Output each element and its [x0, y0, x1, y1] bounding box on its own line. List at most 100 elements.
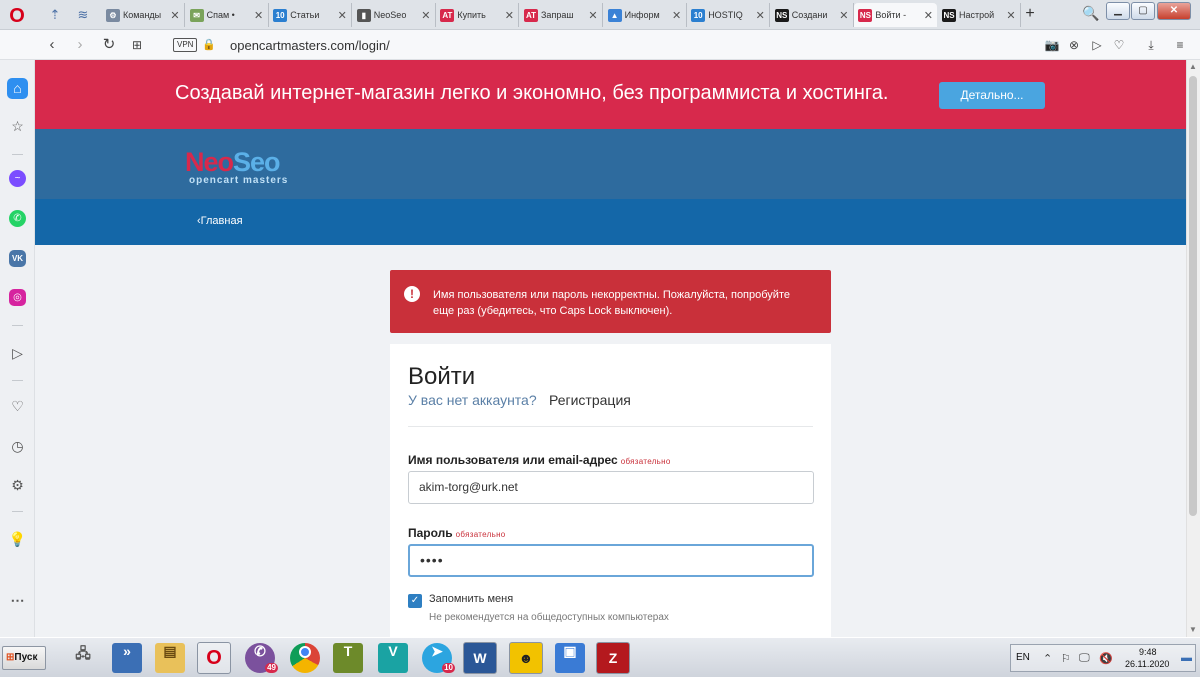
download-icon[interactable]: ⤓ [1143, 37, 1159, 53]
speed-dial-icon[interactable]: ⊞ [128, 36, 146, 54]
tab-snooze-icon[interactable]: ⇡ [46, 6, 64, 24]
clock-date[interactable]: 26.11.2020 [1125, 659, 1169, 669]
powershell-icon[interactable]: » [112, 643, 142, 673]
url-field[interactable]: opencartmasters.com/login/ [230, 38, 390, 53]
language-indicator[interactable]: EN [1016, 652, 1030, 663]
favorites-heart-icon[interactable]: ♡ [7, 396, 28, 417]
vpn-app-icon[interactable]: V [378, 643, 408, 673]
tips-bulb-icon[interactable]: 💡 [7, 529, 28, 550]
scroll-up-icon[interactable]: ▲ [1189, 62, 1197, 71]
minimize-button[interactable]: ▁ [1106, 2, 1130, 20]
tab-close-icon[interactable]: ✕ [671, 9, 683, 22]
register-link[interactable]: Регистрация [549, 392, 631, 408]
chrome-icon[interactable] [290, 643, 320, 673]
clock-time[interactable]: 9:48 [1139, 647, 1157, 657]
reload-icon[interactable]: ↻ [100, 36, 118, 54]
tor-icon[interactable]: T [333, 643, 363, 673]
tab-title: Команды [123, 10, 162, 20]
block-ads-icon[interactable]: ⊗ [1066, 37, 1082, 53]
scroll-down-icon[interactable]: ▼ [1189, 625, 1197, 634]
tab-close-icon[interactable]: ✕ [169, 9, 181, 22]
neoseo-logo[interactable]: NeoSeo [185, 148, 281, 176]
tab-close-icon[interactable]: ✕ [503, 9, 515, 22]
tray-expand-icon[interactable]: ⌃ [1043, 652, 1052, 665]
site-header: NeoSeo opencart masters [35, 129, 1186, 199]
tab-close-icon[interactable]: ✕ [754, 9, 766, 22]
bookmarks-star-icon[interactable]: ☆ [7, 116, 28, 137]
whatsapp-icon[interactable]: ✆ [9, 210, 26, 227]
tab-close-icon[interactable]: ✕ [336, 9, 348, 22]
breadcrumb-bar: ‹Главная [35, 199, 1186, 245]
tab-9[interactable]: NS Создани ✕ [771, 3, 854, 27]
tab-title: Войти - [875, 10, 907, 20]
action-center-flag-icon[interactable]: ⚐ [1061, 652, 1071, 665]
vpn-badge[interactable]: VPN [173, 38, 198, 52]
flow-send-icon[interactable]: ▷ [7, 343, 28, 364]
instagram-icon[interactable]: ◎ [9, 289, 26, 306]
telegram-icon[interactable]: ➤ 10 [422, 643, 455, 673]
easy-setup-icon[interactable]: ≡ [1172, 37, 1188, 53]
home-icon[interactable]: ⌂ [7, 78, 28, 99]
tab-close-icon[interactable]: ✕ [1005, 9, 1017, 22]
tab-close-icon[interactable]: ✕ [420, 9, 432, 22]
tab-close-icon[interactable]: ✕ [253, 9, 265, 22]
opera-menu-icon[interactable]: O [6, 5, 28, 27]
volume-muted-icon[interactable]: 🔇 [1099, 652, 1113, 665]
opera-taskbar-icon[interactable]: O [197, 642, 231, 674]
remember-me-checkbox[interactable]: ✓ [408, 594, 422, 608]
explorer-icon[interactable]: 🖧 [68, 643, 98, 673]
tab-5[interactable]: AT Купить ✕ [436, 3, 520, 27]
breadcrumb-home-link[interactable]: ‹Главная [197, 215, 243, 227]
viber-icon[interactable]: ✆ 49 [245, 643, 278, 673]
tab-2[interactable]: ✉ Спам • ✕ [186, 3, 269, 27]
tab-8[interactable]: 10 HOSTIQ ✕ [687, 3, 771, 27]
tab-title: Статьи [290, 10, 320, 20]
tab-10[interactable]: NS Войти - ✕ [854, 3, 938, 27]
start-button[interactable]: ⊞Пуск [2, 646, 46, 670]
password-input[interactable]: •••• [408, 544, 814, 577]
tab-close-icon[interactable]: ✕ [838, 9, 850, 22]
scrollbar-thumb[interactable] [1189, 76, 1197, 516]
tab-list-icon[interactable]: ≋ [74, 6, 92, 24]
ns-icon: NS [942, 8, 956, 22]
new-tab-button[interactable]: + [1022, 4, 1038, 24]
more-icon[interactable]: ⋯ [7, 590, 28, 611]
login-card: Войти У вас нет аккаунта? Регистрация Им… [390, 344, 831, 637]
show-desktop-icon[interactable]: ▬ [1181, 652, 1192, 664]
tab-close-icon[interactable]: ✕ [922, 9, 934, 22]
tab-close-icon[interactable]: ✕ [587, 9, 599, 22]
bat-app-icon[interactable]: ☻ [509, 642, 543, 674]
lock-icon[interactable]: 🔒 [202, 38, 216, 51]
maximize-button[interactable]: ▢ [1131, 2, 1155, 20]
tab-strip: O ⇡ ≋ ⚙ Команды ✕ ✉ Спам • ✕ 10 Статьи ✕ ▮ NeoSeo… [0, 0, 1200, 30]
check-icon: ✓ [410, 595, 420, 606]
history-clock-icon[interactable]: ◷ [7, 436, 28, 457]
doc-icon: ▮ [356, 8, 371, 22]
tab-1[interactable]: ⚙ Команды ✕ [102, 3, 185, 27]
forward-icon[interactable]: › [71, 36, 89, 54]
send-icon[interactable]: ▷ [1089, 37, 1105, 53]
back-icon[interactable]: ‹ [43, 36, 61, 54]
messenger-icon[interactable]: ~ [9, 170, 26, 187]
close-window-button[interactable]: ✕ [1157, 2, 1191, 20]
tab-7[interactable]: ▲ Информ ✕ [604, 3, 687, 27]
sidebar: ⌂ ☆ ~ ✆ VK ◎ ▷ ♡ ◷ ⚙ 💡 ⋯ [0, 60, 35, 637]
tab-3[interactable]: 10 Статьи ✕ [269, 3, 353, 27]
tab-11[interactable]: NS Настрой ✕ [938, 3, 1021, 27]
remember-me-label[interactable]: Запомнить меня [429, 593, 513, 605]
tab-search-icon[interactable]: 🔍 [1082, 5, 1099, 22]
tab-6[interactable]: AT Запраш ✕ [520, 3, 603, 27]
folder-icon[interactable]: ▤ [155, 643, 185, 673]
vk-icon[interactable]: VK [9, 250, 26, 267]
filezilla-icon[interactable]: Z [596, 642, 630, 674]
word-icon[interactable]: W [463, 642, 497, 674]
promo-details-button[interactable]: Детально... [939, 82, 1045, 109]
username-input[interactable]: akim-torg@urk.net [408, 471, 814, 504]
file-manager-icon[interactable]: ▣ [555, 643, 585, 673]
heart-icon[interactable]: ♡ [1111, 37, 1127, 53]
logo-subtitle: opencart masters [189, 175, 289, 186]
network-icon[interactable]: 🖵 [1079, 652, 1090, 665]
settings-gear-icon[interactable]: ⚙ [7, 475, 28, 496]
snapshot-icon[interactable]: 📷 [1044, 37, 1060, 53]
tab-4[interactable]: ▮ NeoSeo ✕ [353, 3, 436, 27]
